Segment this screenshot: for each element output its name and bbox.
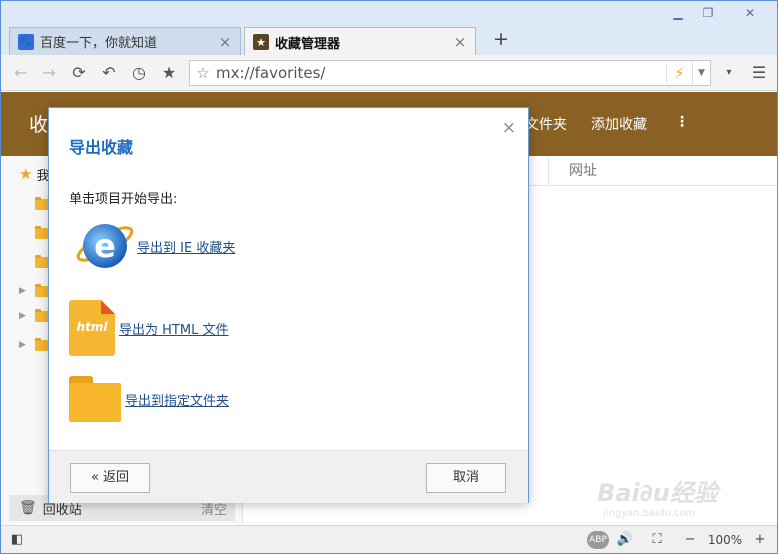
tab-favorites-manager[interactable]: ★ 收藏管理器 × [244, 27, 476, 56]
sidebar-folder[interactable] [19, 252, 49, 272]
column-url[interactable]: 网址 [548, 156, 597, 186]
folder-icon [69, 376, 121, 422]
sidebar-folder[interactable]: ▶ [19, 335, 49, 355]
address-bar[interactable]: ☆ mx://favorites/ ⚡ ▼ [189, 60, 711, 86]
folder-icon [35, 283, 49, 297]
sidebar-folder[interactable]: ▶ [19, 281, 49, 301]
svg-text:e: e [94, 227, 116, 265]
dropdown-icon[interactable]: ▾ [717, 61, 741, 85]
sidebar-folder[interactable]: ▶ [19, 306, 49, 326]
zoom-in-button[interactable]: + [751, 531, 769, 549]
export-html-link[interactable]: 导出为 HTML 文件 [119, 319, 228, 338]
watermark: Bai∂u经验 jingyan.baidu.com [597, 473, 737, 521]
watermark-logo: Bai∂u经验 [597, 479, 718, 507]
minimize-icon: ▁ [673, 6, 683, 20]
adblock-icon[interactable]: ABP [587, 531, 609, 549]
folder-icon [35, 254, 49, 268]
back-icon[interactable]: ← [9, 61, 33, 85]
watermark-url: jingyan.baidu.com [603, 508, 696, 519]
restore-icon: ❐ [702, 6, 714, 20]
folder-icon [35, 225, 49, 239]
page-title: 收 [29, 114, 49, 136]
browser-window: ▁ ❐ ✕ 🐾 百度一下，你就知道 × ★ 收藏管理器 × + ← → ⟳ ↶ … [0, 0, 778, 554]
forward-icon[interactable]: → [37, 61, 61, 85]
folder-icon [35, 196, 49, 210]
tab-close-icon[interactable]: × [216, 33, 234, 51]
trash-icon: 🗑 [19, 500, 37, 516]
export-favorites-dialog: × 导出收藏 单击项目开始导出: e 导出到 IE 收藏夹 html 导出为 H… [48, 107, 529, 503]
sidebar-folder[interactable] [19, 194, 49, 214]
export-ie-option[interactable]: e 导出到 IE 收藏夹 [71, 214, 235, 278]
html-icon-text: html [76, 320, 108, 334]
chevron-down-icon[interactable]: ▼ [692, 61, 710, 85]
tab-strip: ▁ ❐ ✕ 🐾 百度一下，你就知道 × ★ 收藏管理器 × + [1, 1, 777, 56]
star-icon: ★ [19, 165, 33, 183]
tab-close-icon[interactable]: × [451, 33, 469, 51]
export-folder-option[interactable]: 导出到指定文件夹 [69, 376, 229, 422]
baidu-paw-icon: 🐾 [18, 33, 34, 50]
export-html-option[interactable]: html 导出为 HTML 文件 [69, 300, 228, 356]
minimize-button[interactable]: ▁ [665, 4, 691, 22]
zoom-level[interactable]: 100% [705, 531, 745, 549]
folder-button[interactable]: 文件夹 [525, 114, 567, 134]
tab-title: 收藏管理器 [275, 36, 341, 52]
expand-arrow-icon[interactable]: ▶ [19, 340, 31, 350]
history-icon[interactable]: ◷ [127, 61, 151, 85]
refresh-icon[interactable]: ⟳ [67, 61, 91, 85]
internet-explorer-icon: e [76, 224, 134, 268]
menu-icon[interactable]: ☰ [747, 61, 771, 85]
new-tab-button[interactable]: + [491, 29, 511, 49]
fullscreen-icon[interactable]: ⛶ [647, 531, 667, 549]
expand-arrow-icon[interactable]: ▶ [19, 311, 31, 321]
back-button[interactable]: « 返回 [70, 463, 150, 493]
folder-icon [35, 337, 49, 351]
tab-baidu[interactable]: 🐾 百度一下，你就知道 × [9, 27, 241, 55]
sidebar-folder[interactable] [19, 223, 49, 243]
export-ie-link[interactable]: 导出到 IE 收藏夹 [137, 237, 235, 256]
cancel-button[interactable]: 取消 [426, 463, 506, 493]
folder-icon [35, 308, 49, 322]
expand-arrow-icon[interactable]: ▶ [19, 286, 31, 296]
address-input[interactable]: mx://favorites/ [216, 64, 666, 82]
close-icon: ✕ [744, 6, 756, 20]
close-window-button[interactable]: ✕ [737, 4, 763, 22]
volume-icon[interactable]: 🔊 [615, 531, 635, 549]
toolbar: ← → ⟳ ↶ ◷ ★ ☆ mx://favorites/ ⚡ ▼ ▾ ☰ [1, 55, 777, 91]
lightning-icon[interactable]: ⚡ [666, 64, 692, 82]
html-file-icon: html [69, 300, 115, 356]
more-icon[interactable]: ⋮ [675, 114, 689, 130]
export-folder-link[interactable]: 导出到指定文件夹 [125, 390, 229, 409]
dialog-title: 导出收藏 [69, 138, 134, 157]
restore-button[interactable]: ❐ [695, 4, 721, 22]
sidebar-root[interactable]: ★ 我 [19, 164, 49, 184]
undo-icon[interactable]: ↶ [97, 61, 121, 85]
favorites-star-icon[interactable]: ★ [157, 61, 181, 85]
tab-title: 百度一下，你就知道 [40, 36, 158, 51]
star-icon: ★ [253, 34, 269, 50]
add-favorite-button[interactable]: 添加收藏 [591, 114, 647, 134]
dialog-prompt: 单击项目开始导出: [69, 192, 178, 207]
status-bar: ◧ ABP 🔊 ⛶ − 100% + [1, 525, 777, 553]
dialog-close-icon[interactable]: × [502, 118, 516, 138]
bookmark-star-icon[interactable]: ☆ [190, 64, 216, 82]
zoom-out-button[interactable]: − [681, 531, 699, 549]
dialog-footer: « 返回 取消 [49, 450, 528, 503]
sidebar-toggle-icon[interactable]: ◧ [9, 531, 25, 549]
